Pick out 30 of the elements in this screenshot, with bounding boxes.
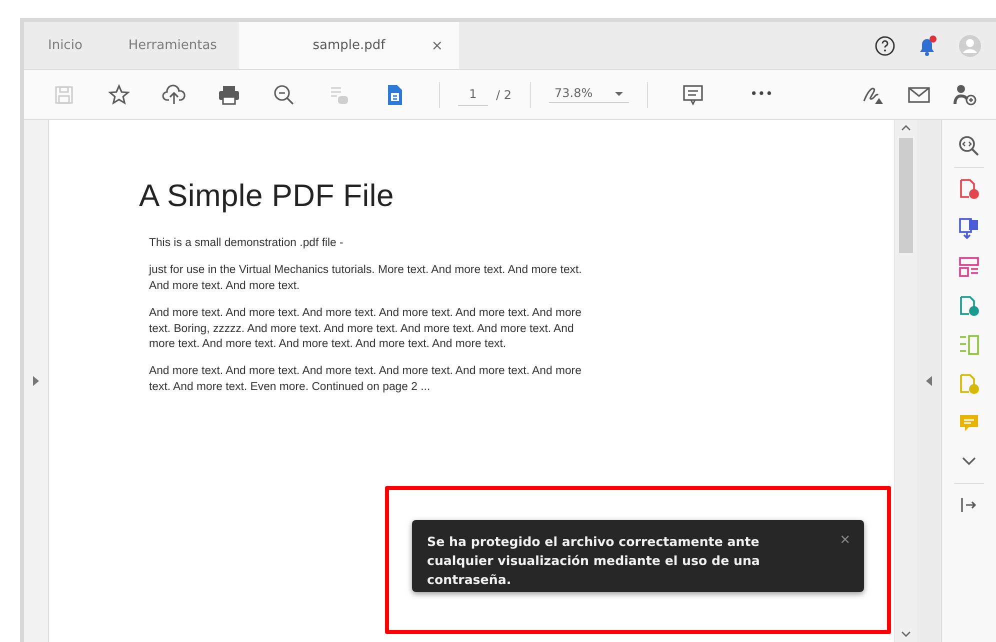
cloud-upload-icon (162, 84, 186, 106)
expand-arrow-icon (33, 376, 39, 386)
zoom-out-icon (272, 84, 294, 106)
page-count: / 2 (496, 88, 512, 102)
chevron-down-icon (961, 456, 977, 468)
save-icon (54, 84, 74, 104)
print-icon (218, 84, 240, 104)
document-paragraph: And more text. And more text. And more text. And more text. And more text. And more text. And more text. Even more. Continued on page 2 ... (149, 364, 582, 395)
collapse-arrow-icon (926, 376, 932, 386)
tab[interactable]: sample.pdf × (238, 22, 459, 69)
more-button[interactable]: ••• (736, 86, 786, 103)
document-paragraph: just for use in the Virtual Mechanics tutorials. More text. And more text. And more text. And more text. And more text. (149, 263, 583, 294)
toast-message: Se ha protegido el archivo correctamente ante cualquier visualización mediante el uso de una contraseña. (427, 533, 761, 589)
help-icon[interactable] (874, 34, 896, 56)
zoom-icon (958, 135, 980, 157)
mail-icon (907, 86, 931, 104)
close-tab-button[interactable]: × (431, 38, 443, 54)
page-number-field[interactable]: 1 (458, 83, 488, 106)
comment-icon (682, 84, 704, 106)
close-button[interactable]: × (840, 530, 850, 550)
zoom-dropdown[interactable]: 73.8% (548, 86, 628, 103)
star-icon (108, 84, 130, 106)
person-add-icon (953, 84, 977, 106)
document-paragraph: And more text. And more text. And more text. And more text. And more text. And more text. Boring, zzzzz. And more text. And more text. And more text. And more text. And more text. And more text. And more text. And more text. And more text. (149, 306, 582, 352)
tab[interactable]: Inicio (24, 22, 104, 69)
scrollbar-thumb[interactable] (899, 138, 913, 253)
document-paragraph: This is a small demonstration .pdf file - (149, 236, 344, 251)
document-title: A Simple PDF File (139, 178, 395, 214)
collapse-panel-icon (960, 497, 978, 513)
tab[interactable]: Herramientas (104, 22, 239, 69)
